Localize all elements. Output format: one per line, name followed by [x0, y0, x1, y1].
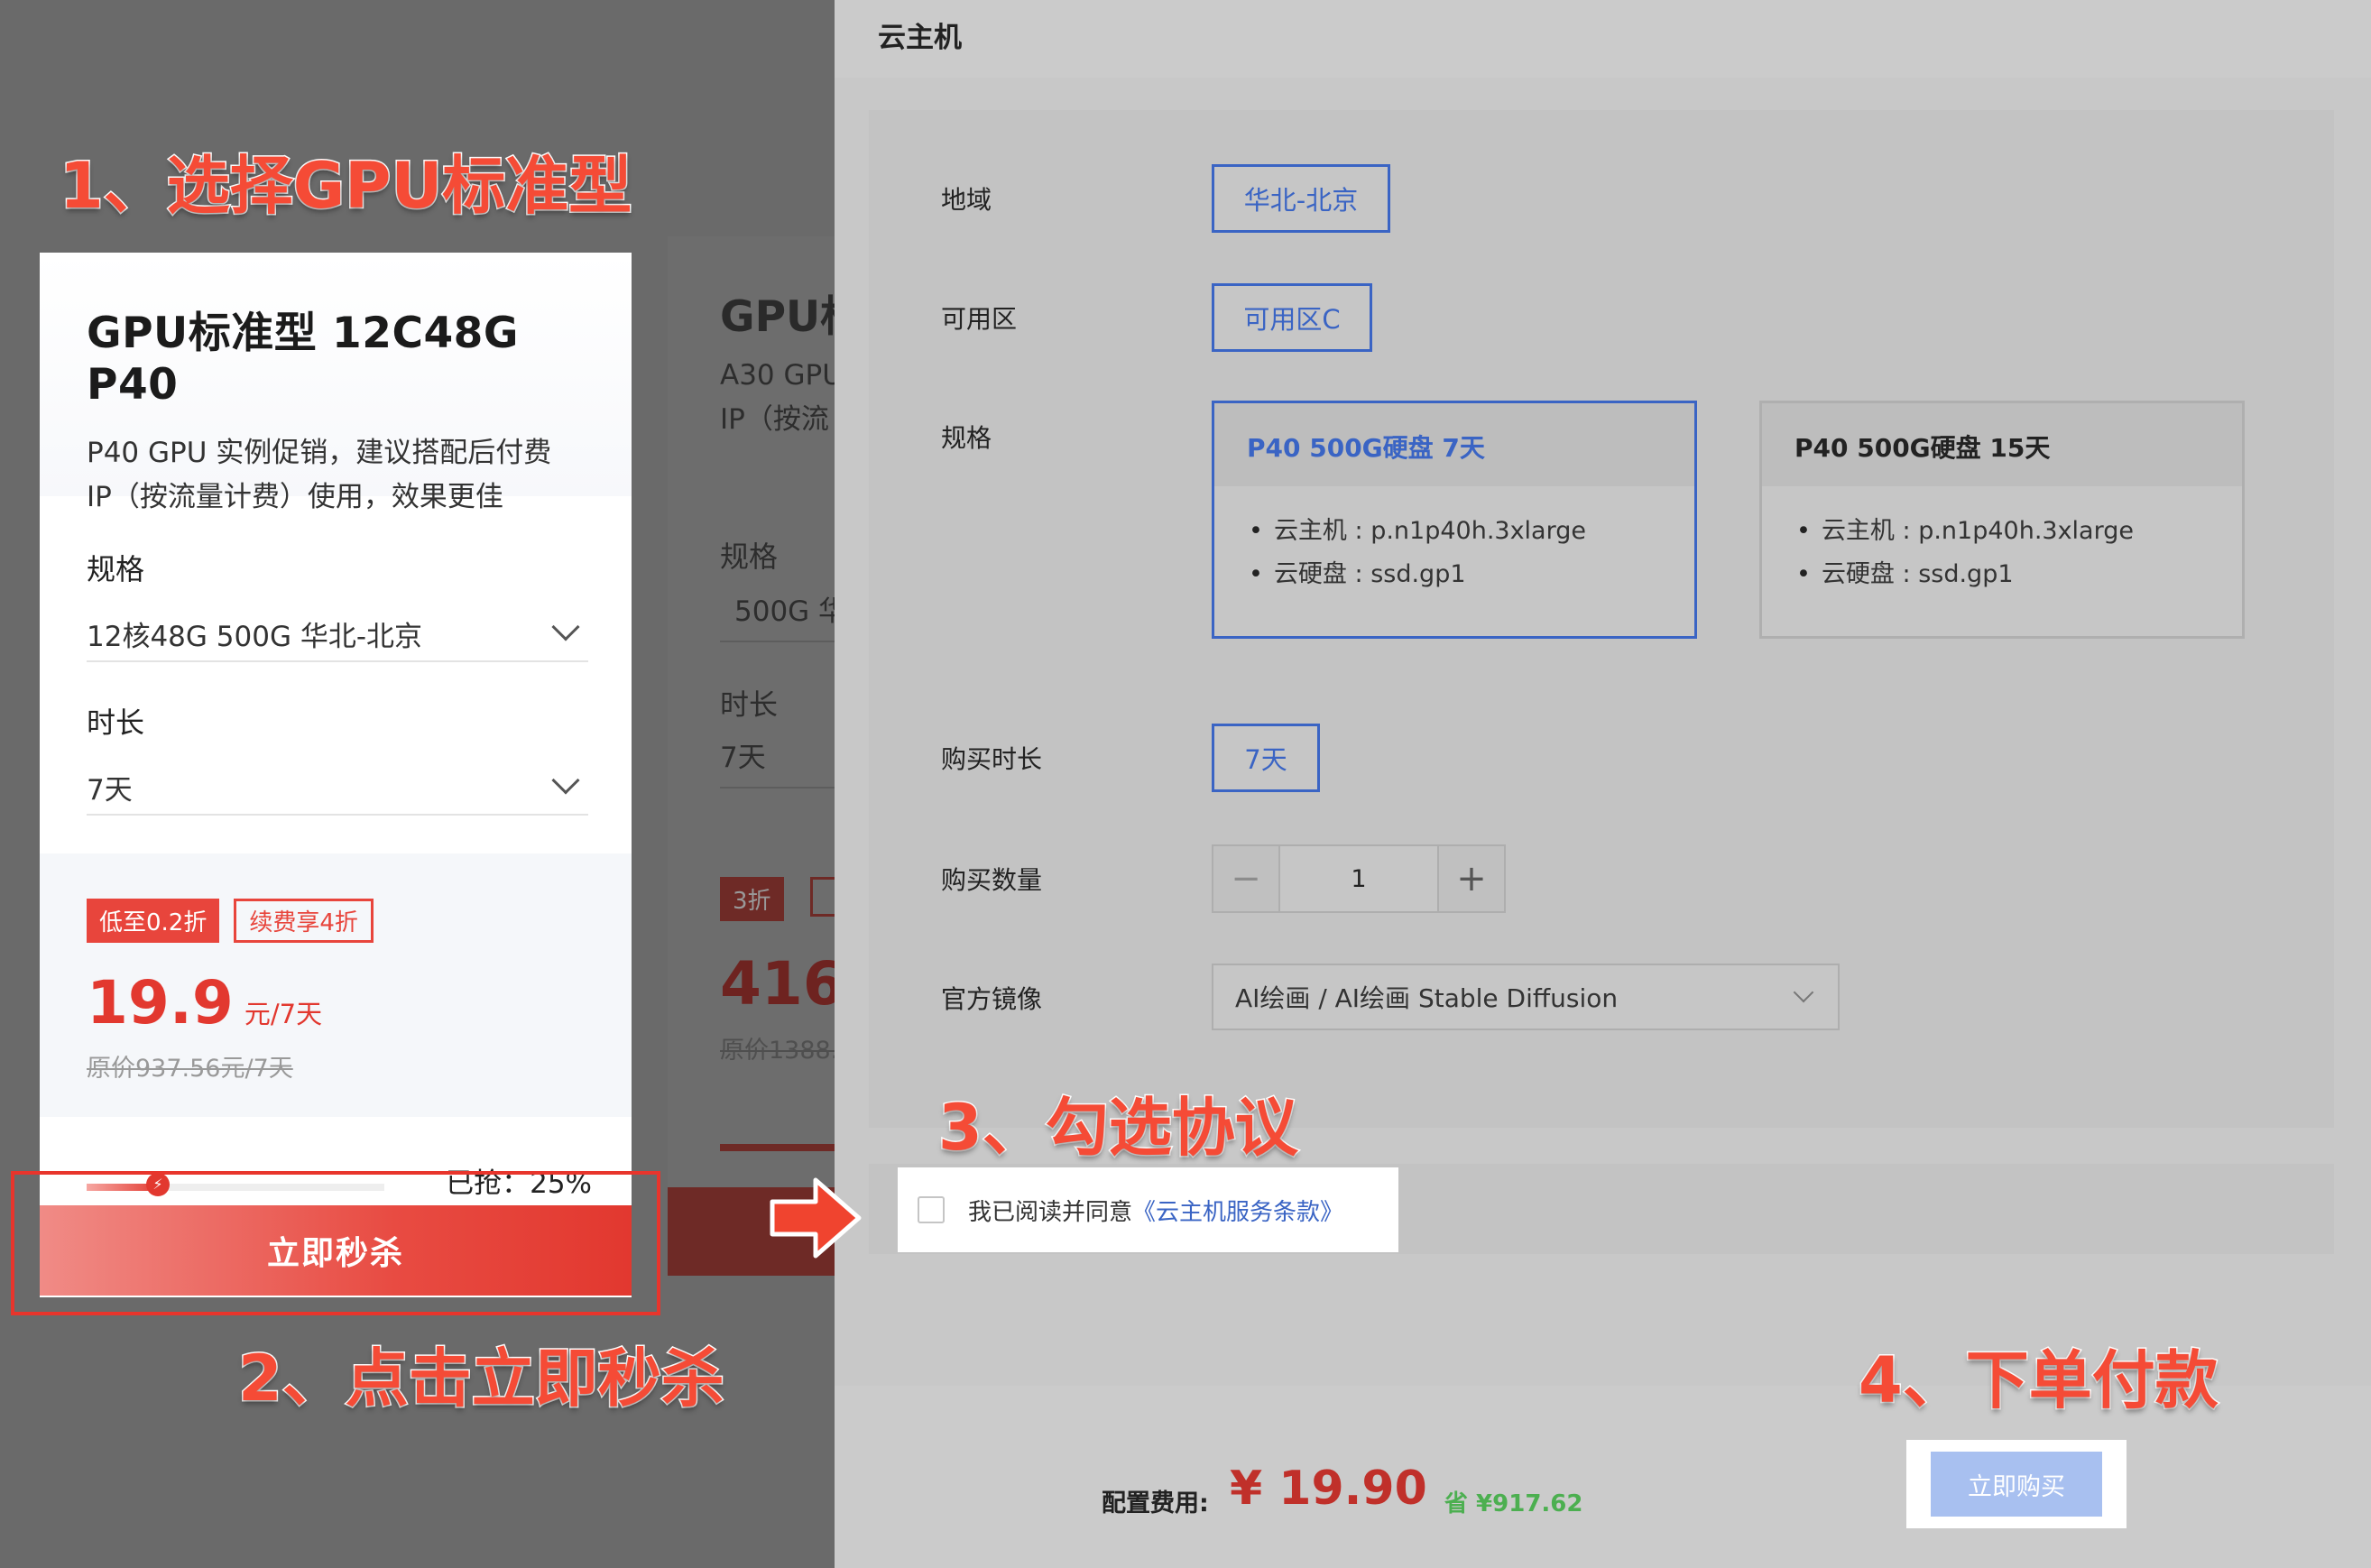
image-select[interactable]: AI绘画 / AI绘画 Stable Diffusion: [1212, 964, 1840, 1030]
spec-card-details: 云主机 : p.n1p40h.3xlarge 云硬盘 : ssd.gp1: [1762, 486, 2242, 620]
promo-card2-spec-label: 规格: [720, 540, 779, 574]
promo-card-gpu-a30[interactable]: GPU标 A30 GPU IP（按流 规格 500G 华 时长 7天 3折 41…: [668, 236, 835, 1276]
promo-price: 19.9: [87, 968, 234, 1038]
fee-label: 配置费用:: [1102, 1490, 1209, 1517]
divider: [720, 641, 835, 642]
promo-card-header: GPU标准型 12C48G P40 P40 GPU 实例促销，建议搭配后付费 I…: [40, 253, 632, 513]
quantity-label: 购买数量: [941, 865, 1043, 895]
promo-card-description-line: IP（按流量计费）使用，效果更佳: [87, 481, 503, 513]
promo-card2-spec-value: 500G 华: [734, 595, 835, 628]
agreement-checkbox[interactable]: [918, 1196, 945, 1223]
order-form: 地域 华北-北京 可用区 可用区C 规格 P40 500G硬盘 7天 云主机 :…: [869, 110, 2334, 1128]
duration-label: 时长: [87, 706, 145, 740]
fee-savings: 省 ¥917.62: [1444, 1490, 1583, 1517]
spec-card-details: 云主机 : p.n1p40h.3xlarge 云硬盘 : ssd.gp1: [1214, 486, 1694, 620]
promo-card-description: P40 GPU 实例促销，建议搭配后付费 IP（按流量计费）使用，效果更佳: [87, 431, 585, 520]
spec-card-15day[interactable]: P40 500G硬盘 15天 云主机 : p.n1p40h.3xlarge 云硬…: [1759, 401, 2245, 639]
annotation-step3: 3、勾选协议: [937, 1090, 1300, 1167]
promo-card2-description-line: A30 GPU: [720, 359, 835, 392]
promo-card2-price: 416: [720, 949, 835, 1019]
promo-card-title: GPU标准型 12C48G P40: [87, 309, 519, 410]
spec-select[interactable]: 12核48G 500G 华北-北京: [87, 606, 588, 662]
fee-amount: ¥ 19.90: [1230, 1462, 1427, 1516]
divider: [720, 787, 835, 789]
chevron-down-icon: [551, 613, 580, 641]
price-block: 低至0.2折 续费享4折 19.9 元/7天 原价937.56元/7天: [40, 853, 632, 1117]
promo-card2-original-price: 原价1388.: [720, 1037, 835, 1065]
duration-label: 购买时长: [941, 744, 1043, 774]
spec-detail-line: 云硬盘 : ssd.gp1: [1249, 553, 1660, 596]
promo-card2-duration-value: 7天: [720, 742, 766, 774]
agreement-row: 我已阅读并同意 《云主机服务条款》: [898, 1167, 1398, 1252]
spec-detail-line: 云主机 : p.n1p40h.3xlarge: [1249, 510, 1660, 553]
discount-tags: 低至0.2折 续费享4折: [87, 899, 585, 943]
spec-label: 规格: [87, 552, 145, 586]
terms-link[interactable]: 《云主机服务条款》: [1132, 1194, 1343, 1227]
price-line: 19.9 元/7天: [87, 968, 585, 1038]
region-label: 地域: [941, 185, 992, 215]
decrement-button[interactable]: −: [1213, 846, 1280, 911]
annotation-step4: 4、下单付款: [1858, 1342, 2220, 1419]
promo-card2-duration-label: 时长: [720, 687, 779, 722]
image-label: 官方镜像: [941, 984, 1043, 1014]
promo-card2-title: GPU标: [720, 292, 835, 342]
discount-tag: 低至0.2折: [87, 899, 220, 943]
buy-button-highlight: 立即购买: [1906, 1440, 2127, 1528]
spec-label: 规格: [941, 423, 992, 453]
promo-card2-description-line: IP（按流: [720, 403, 829, 436]
spec-card-title: P40 500G硬盘 7天: [1214, 403, 1694, 486]
spec-card-7day[interactable]: P40 500G硬盘 7天 云主机 : p.n1p40h.3xlarge 云硬盘…: [1212, 401, 1697, 639]
quantity-stepper: − 1 +: [1212, 844, 1506, 913]
spec-card-title: P40 500G硬盘 15天: [1762, 403, 2242, 486]
chevron-down-icon: [1793, 982, 1814, 1003]
promo-card2-tag-outline: [810, 877, 835, 917]
spec-detail-line: 云硬盘 : ssd.gp1: [1796, 553, 2208, 596]
promo-card-gpu-p40[interactable]: GPU标准型 12C48G P40 P40 GPU 实例促销，建议搭配后付费 I…: [40, 253, 632, 1297]
chevron-down-icon: [551, 766, 580, 795]
region-option[interactable]: 华北-北京: [1212, 164, 1390, 233]
spec-field: 规格 12核48G 500G 华北-北京: [40, 547, 632, 662]
duration-select[interactable]: 7天: [87, 760, 588, 816]
image-select-value: AI绘画 / AI绘画 Stable Diffusion: [1235, 983, 1619, 1013]
promo-card2-tag: 3折: [720, 877, 784, 921]
original-price: 原价937.56元/7天: [87, 1055, 293, 1083]
zone-label: 可用区: [941, 304, 1018, 334]
annotation-step1: 1、选择GPU标准型: [58, 148, 632, 225]
annotation-step2: 2、点击立即秒杀: [237, 1341, 726, 1417]
duration-option[interactable]: 7天: [1212, 724, 1320, 792]
promo-card2-progress: [720, 1144, 835, 1151]
renewal-tag: 续费享4折: [234, 899, 374, 943]
buy-now-button[interactable]: 立即购买: [1931, 1452, 2102, 1517]
promo-card-description-line: P40 GPU 实例促销，建议搭配后付费: [87, 437, 552, 469]
right-arrow-icon: [770, 1177, 862, 1259]
duration-select-value: 7天: [87, 773, 133, 807]
quantity-value[interactable]: 1: [1280, 846, 1437, 911]
spec-detail-line: 云主机 : p.n1p40h.3xlarge: [1796, 510, 2208, 553]
increment-button[interactable]: +: [1437, 846, 1504, 911]
zone-option[interactable]: 可用区C: [1212, 283, 1372, 352]
seckill-highlight-box: [11, 1171, 660, 1315]
promo-price-unit: 元/7天: [244, 999, 323, 1029]
promo-card2-description: A30 GPU IP（按流: [720, 354, 835, 442]
drawer-title: 云主机: [835, 0, 2371, 78]
spec-select-value: 12核48G 500G 华北-北京: [87, 620, 422, 653]
duration-field: 时长 7天: [40, 700, 632, 816]
agreement-text: 我已阅读并同意: [968, 1198, 1133, 1226]
